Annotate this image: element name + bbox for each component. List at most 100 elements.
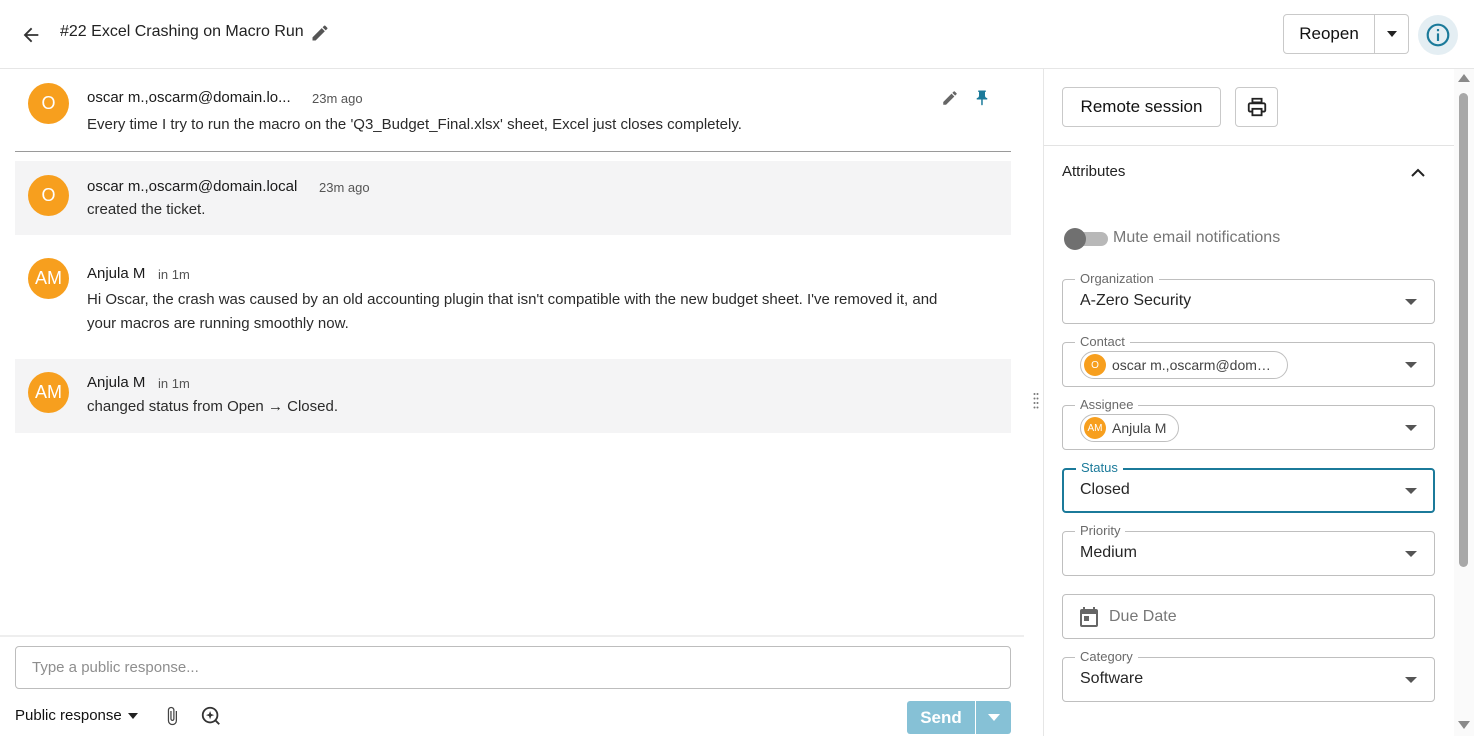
field-label: Organization <box>1075 271 1159 286</box>
reopen-button[interactable]: Reopen <box>1283 14 1375 54</box>
top-bar: #22 Excel Crashing on Macro Run Reopen <box>0 0 1474 69</box>
message-item: AM Anjula M in 1m Hi Oscar, the crash wa… <box>15 249 1011 349</box>
message-item: O oscar m.,oscarm@domain.lo... 23m ago E… <box>15 69 1011 151</box>
avatar: AM <box>1084 417 1106 439</box>
send-button[interactable]: Send <box>907 701 975 734</box>
chevron-down-icon[interactable] <box>1405 299 1417 305</box>
message-time: in 1m <box>158 376 190 391</box>
caret-down-icon <box>987 714 1000 721</box>
organization-field[interactable]: Organization A-Zero Security <box>1062 271 1435 324</box>
message-body: changed status from Open → Closed. <box>87 395 338 419</box>
ai-assist-icon <box>201 706 220 725</box>
assignee-field[interactable]: Assignee AM Anjula M <box>1062 397 1435 450</box>
sidebar-divider <box>1044 145 1454 146</box>
mute-notifications-label: Mute email notifications <box>1113 229 1281 246</box>
chip-label: oscar m.,oscarm@doma... <box>1112 357 1275 373</box>
scroll-thumb[interactable] <box>1459 93 1468 567</box>
contact-field[interactable]: Contact O oscar m.,oscarm@doma... <box>1062 334 1435 387</box>
message-time: in 1m <box>158 267 190 282</box>
edit-title-button[interactable] <box>310 23 332 45</box>
send-options-button[interactable] <box>975 701 1011 734</box>
message-author: Anjula M <box>87 374 146 391</box>
caret-down-icon <box>127 712 138 719</box>
event-item: AM Anjula M in 1m changed status from Op… <box>15 359 1011 433</box>
contact-chip[interactable]: O oscar m.,oscarm@doma... <box>1080 351 1288 379</box>
message-body: created the ticket. <box>87 201 206 218</box>
composer-divider <box>0 635 1024 637</box>
due-date-placeholder: Due Date <box>1109 608 1177 625</box>
paperclip-icon <box>167 706 177 726</box>
status-change-suffix: . <box>333 398 338 415</box>
ticket-sidebar: Remote session Attributes Mute email not… <box>1044 69 1454 736</box>
message-body-line: Hi Oscar, the crash was caused by an old… <box>87 291 938 308</box>
reopen-button-group: Reopen <box>1283 14 1409 54</box>
due-date-field[interactable]: Due Date <box>1062 594 1435 639</box>
message-author: oscar m.,oscarm@domain.local <box>87 178 298 195</box>
status-change-prefix: changed status from <box>87 398 228 415</box>
edit-message-button[interactable] <box>937 85 963 111</box>
field-value: Medium <box>1080 544 1137 561</box>
mute-notifications-toggle[interactable] <box>1064 228 1108 250</box>
drag-handle-icon[interactable] <box>1033 392 1039 410</box>
message-time: 23m ago <box>319 180 370 195</box>
attributes-title: Attributes <box>1062 163 1126 180</box>
to-status: Closed <box>287 398 334 415</box>
message-body: Hi Oscar, the crash was caused by an old… <box>87 288 937 336</box>
conversation-pane: O oscar m.,oscarm@domain.lo... 23m ago E… <box>0 69 1030 736</box>
avatar: O <box>1084 354 1106 376</box>
reopen-options-button[interactable] <box>1375 14 1409 54</box>
field-label: Assignee <box>1075 397 1139 412</box>
field-value: Closed <box>1080 481 1130 498</box>
status-arrow: → <box>263 398 288 415</box>
collapse-attributes-button[interactable] <box>1406 161 1430 183</box>
avatar: O <box>28 175 69 216</box>
chevron-down-icon[interactable] <box>1405 551 1417 557</box>
field-value: A-Zero Security <box>1080 292 1192 309</box>
chip-label: Anjula M <box>1112 420 1167 436</box>
assignee-chip[interactable]: AM Anjula M <box>1080 414 1180 442</box>
back-button[interactable] <box>16 20 46 50</box>
chevron-down-icon[interactable] <box>1405 425 1417 431</box>
print-button[interactable] <box>1235 87 1278 127</box>
avatar: AM <box>28 258 69 299</box>
toggle-knob <box>1064 228 1086 250</box>
info-icon <box>1426 23 1450 47</box>
info-button[interactable] <box>1418 15 1458 55</box>
remote-session-button[interactable]: Remote session <box>1062 87 1221 127</box>
ticket-title: #22 Excel Crashing on Macro Run <box>60 23 304 40</box>
attach-button[interactable] <box>159 703 185 729</box>
reply-input[interactable] <box>15 646 1011 689</box>
calendar-icon <box>1080 607 1098 627</box>
field-label: Status <box>1076 460 1123 475</box>
message-body: Every time I try to run the macro on the… <box>87 116 742 133</box>
send-button-group: Send <box>907 701 1011 734</box>
chevron-down-icon[interactable] <box>1405 362 1417 368</box>
scroll-up-arrow[interactable] <box>1458 74 1470 82</box>
arrow-left-icon <box>23 27 39 43</box>
message-divider <box>15 151 1011 152</box>
status-field[interactable]: Status Closed <box>1062 460 1435 513</box>
sidebar-scrollbar[interactable] <box>1454 69 1474 736</box>
printer-icon <box>1247 97 1266 117</box>
from-status: Open <box>227 398 264 415</box>
category-field[interactable]: Category Software <box>1062 649 1435 702</box>
scroll-down-arrow[interactable] <box>1458 721 1470 729</box>
chevron-down-icon[interactable] <box>1405 677 1417 683</box>
event-item: O oscar m.,oscarm@domain.local 23m ago c… <box>15 161 1011 235</box>
message-body-line: your macros are running smoothly now. <box>87 315 349 332</box>
chevron-down-icon[interactable] <box>1405 488 1417 494</box>
pin-message-button[interactable] <box>969 85 995 111</box>
message-time: 23m ago <box>312 91 363 106</box>
message-author: oscar m.,oscarm@domain.lo... <box>87 89 291 106</box>
priority-field[interactable]: Priority Medium <box>1062 523 1435 576</box>
field-value: Software <box>1080 670 1144 687</box>
ai-assist-button[interactable] <box>198 703 224 729</box>
response-type-selector[interactable]: Public response <box>15 707 138 724</box>
chevron-up-icon <box>1411 168 1425 177</box>
pin-icon <box>976 90 988 106</box>
avatar: AM <box>28 372 69 413</box>
response-type-label: Public response <box>15 707 122 724</box>
caret-down-icon <box>1386 31 1397 37</box>
avatar: O <box>28 83 69 124</box>
field-label: Contact <box>1075 334 1130 349</box>
